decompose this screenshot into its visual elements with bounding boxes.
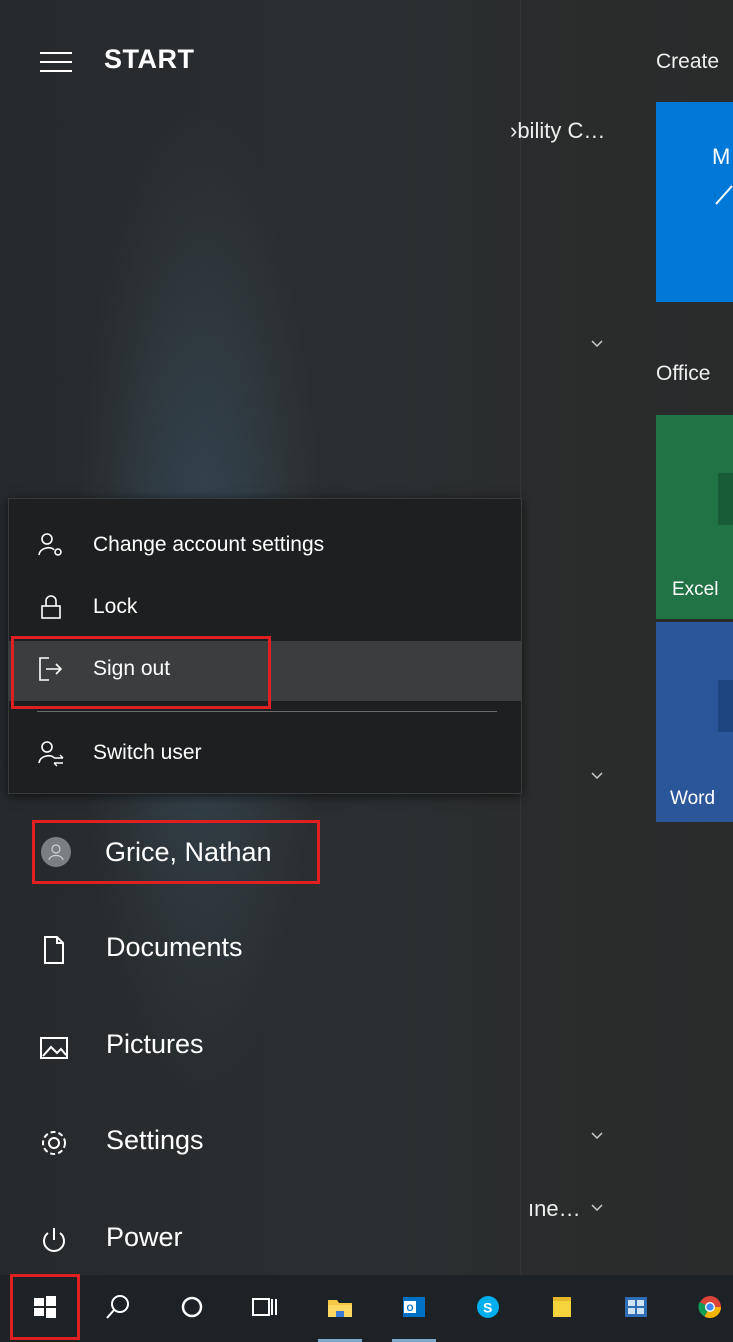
account-context-menu: Change account settings Lock Sign out Sw… (8, 498, 522, 794)
user-account-button[interactable]: Grice, Nathan (32, 820, 320, 884)
excel-tile-label: Excel (672, 579, 719, 600)
chevron-down-icon[interactable] (590, 1128, 604, 1142)
menu-item-label: Change account settings (93, 533, 325, 556)
account-settings-icon (37, 531, 65, 559)
svg-text:O: O (407, 1303, 414, 1313)
create-tile[interactable]: M (656, 102, 733, 302)
chevron-down-icon[interactable] (590, 336, 604, 350)
user-name: Grice, Nathan (105, 837, 272, 867)
lock-icon (37, 593, 65, 621)
menu-item-lock[interactable]: Lock (9, 579, 521, 637)
chevron-down-icon[interactable] (590, 1200, 604, 1214)
word-icon (718, 680, 733, 732)
excel-icon (718, 473, 733, 525)
menu-item-switch-user[interactable]: Switch user (9, 725, 521, 783)
word-tile[interactable]: Word (656, 622, 733, 822)
tile-group-label-office: Office (656, 362, 711, 385)
chrome-icon (698, 1296, 721, 1318)
nav-item-label: Pictures (106, 1029, 204, 1059)
pictures-icon (38, 1031, 70, 1063)
gear-icon (38, 1127, 70, 1159)
app-list-item-peek[interactable]: ıne… (528, 1196, 581, 1222)
taskbar-file-explorer-button[interactable] (312, 1275, 368, 1342)
taskbar-sticky-notes-button[interactable] (534, 1275, 590, 1342)
arrow-icon (715, 185, 733, 205)
nav-item-documents[interactable]: Documents (0, 906, 520, 992)
start-button-highlight-box (10, 1274, 80, 1340)
svg-text:S: S (483, 1300, 492, 1316)
power-icon (38, 1224, 70, 1256)
taskbar-skype-button[interactable]: S (460, 1275, 516, 1342)
task-view-icon (252, 1298, 277, 1316)
menu-item-label: Switch user (93, 741, 202, 764)
sticky-notes-icon (553, 1297, 571, 1317)
cortana-circle-icon (181, 1296, 203, 1318)
taskbar-cortana-button[interactable] (164, 1275, 220, 1342)
nav-item-power[interactable]: Power (0, 1196, 520, 1282)
taskbar-chrome-button[interactable] (682, 1275, 733, 1342)
person-icon (48, 844, 64, 861)
menu-item-change-account-settings[interactable]: Change account settings (9, 517, 521, 575)
hamburger-menu-icon[interactable] (40, 52, 72, 74)
nav-item-label: Power (106, 1222, 183, 1252)
control-panel-icon (625, 1297, 647, 1317)
folder-icon (328, 1300, 352, 1317)
taskbar: O S (0, 1275, 733, 1342)
search-icon (106, 1295, 129, 1319)
taskbar-outlook-button[interactable]: O (386, 1275, 442, 1342)
nav-item-label: Documents (106, 932, 243, 962)
outlook-icon: O (403, 1297, 425, 1317)
taskbar-task-view-button[interactable] (236, 1275, 292, 1342)
nav-item-settings[interactable]: Settings (0, 1099, 520, 1185)
menu-item-label: Lock (93, 595, 138, 618)
skype-icon: S (477, 1296, 499, 1318)
create-tile-text: M (712, 144, 731, 169)
taskbar-search-button[interactable] (90, 1275, 146, 1342)
sign-out-highlight-box (11, 636, 271, 709)
menu-divider (37, 711, 497, 712)
start-title: START (104, 44, 195, 74)
word-tile-label: Word (670, 788, 716, 809)
nav-item-pictures[interactable]: Pictures (0, 1003, 520, 1089)
avatar (41, 837, 71, 867)
app-list-item-peek[interactable]: ›bility C… (510, 118, 605, 144)
taskbar-control-panel-button[interactable] (608, 1275, 664, 1342)
nav-item-label: Settings (106, 1125, 204, 1155)
switch-user-icon (37, 739, 65, 767)
tile-group-label-create: Create (656, 50, 720, 73)
chevron-down-icon[interactable] (590, 768, 604, 782)
document-icon (38, 934, 70, 966)
excel-tile[interactable]: Excel (656, 415, 733, 619)
